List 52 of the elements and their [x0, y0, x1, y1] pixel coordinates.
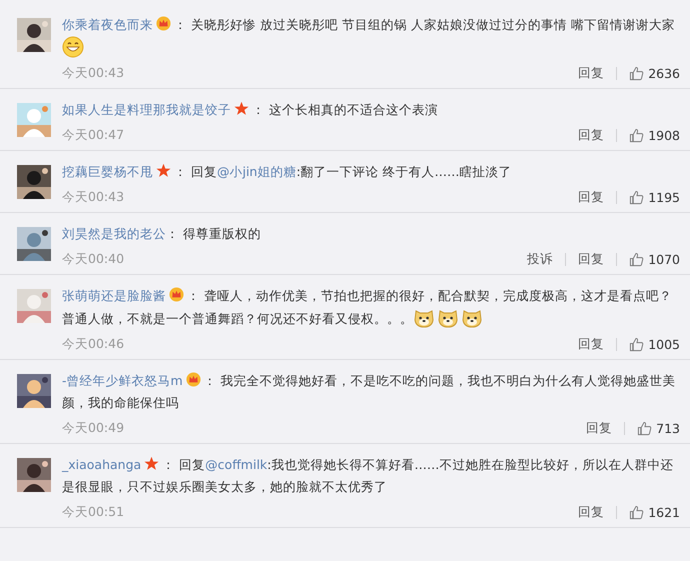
like-count: 2636	[648, 66, 680, 81]
star-icon	[144, 456, 160, 471]
crown-icon	[169, 287, 184, 302]
comment-time: 今天00:40	[62, 251, 124, 268]
thumbs-up-icon[interactable]	[629, 190, 644, 205]
crown-icon	[156, 16, 171, 31]
comment-text: 挖藕巨婴杨不甩 ： 回复@小jin姐的糖:翻了一下评论 终于有人……瞎扯淡了	[62, 162, 513, 181]
username-link[interactable]: _xiaoahanga	[62, 457, 142, 472]
comment-text: 如果人生是料理那我就是饺子 ： 这个长相真的不适合这个表演	[62, 100, 439, 119]
comment-text: 刘昊然是我的老公： 得尊重版权的	[62, 225, 262, 243]
action-link[interactable]: 回复	[578, 251, 604, 268]
crown-icon	[186, 372, 201, 387]
thumbs-up-icon[interactable]	[629, 128, 644, 143]
comment-time: 今天00:49	[62, 420, 124, 437]
action-link[interactable]: 回复	[578, 189, 604, 206]
username-link[interactable]: -曾经年少鲜衣怒马m	[62, 373, 183, 388]
comment-text: 你乘着夜色而来 ： 关晓彤好惨 放过关晓彤吧 节目组的锅 人家姑娘没做过过分的事情 嘴下留情谢谢大家	[62, 14, 680, 59]
like-count: 1005	[648, 337, 680, 352]
action-link[interactable]: 回复	[578, 504, 604, 521]
action-link[interactable]: 投诉	[527, 251, 554, 268]
like-count: 713	[656, 421, 680, 436]
comment-text: -曾经年少鲜衣怒马m ： 我完全不觉得她好看，不是吃不吃的问题，我也不明白为什么有人觉得她盛世美颜，我的命能保住吗	[62, 371, 677, 412]
like-count: 1070	[648, 252, 680, 267]
grin-emoji-icon	[62, 36, 84, 58]
comment-time: 今天00:43	[62, 65, 124, 82]
thumbs-up-icon[interactable]	[629, 505, 644, 520]
thumbs-up-icon[interactable]	[629, 66, 644, 81]
comment-time: 今天00:47	[62, 127, 124, 144]
username-link[interactable]: 挖藕巨婴杨不甩	[62, 164, 153, 179]
thumbs-up-icon[interactable]	[629, 252, 644, 267]
star-icon	[156, 163, 171, 178]
comment-time: 今天00:46	[62, 336, 124, 353]
star-icon	[234, 101, 249, 116]
like-count: 1621	[648, 505, 680, 520]
mention-link[interactable]: @coffmilk	[205, 457, 268, 472]
username-link[interactable]: 你乘着夜色而来	[62, 17, 153, 32]
action-link[interactable]: 回复	[586, 420, 612, 437]
action-link[interactable]: 回复	[578, 65, 604, 82]
thumbs-up-icon[interactable]	[637, 421, 652, 436]
username-link[interactable]: 刘昊然是我的老公	[62, 226, 166, 241]
username-link[interactable]: 如果人生是料理那我就是饺子	[62, 102, 231, 117]
comment-text: _xiaoahanga ： 回复@coffmilk:我也觉得她长得不算好看……不过她胜在脸型比较好，所以在人群中还是很显眼，只不过娱乐圈美女太多，她的脸就不太优秀了	[62, 455, 674, 496]
comment-time: 今天00:43	[62, 189, 124, 206]
thumbs-up-icon[interactable]	[629, 337, 644, 352]
username-link[interactable]: 张萌萌还是脸脸酱	[62, 288, 166, 303]
mention-link[interactable]: @小jin姐的糖	[216, 164, 296, 179]
action-link[interactable]: 回复	[578, 127, 604, 144]
comment-text: 张萌萌还是脸脸酱 ： 聋哑人，动作优美，节拍也把握的很好，配合默契，完成度极高，这才是看点吧？普通人做，不就是一个普通舞蹈？何况还不好看又侵权。。。	[62, 285, 680, 330]
like-count: 1908	[648, 128, 680, 143]
action-link[interactable]: 回复	[578, 336, 604, 353]
comment-time: 今天00:51	[62, 504, 124, 521]
like-count: 1195	[648, 190, 680, 205]
